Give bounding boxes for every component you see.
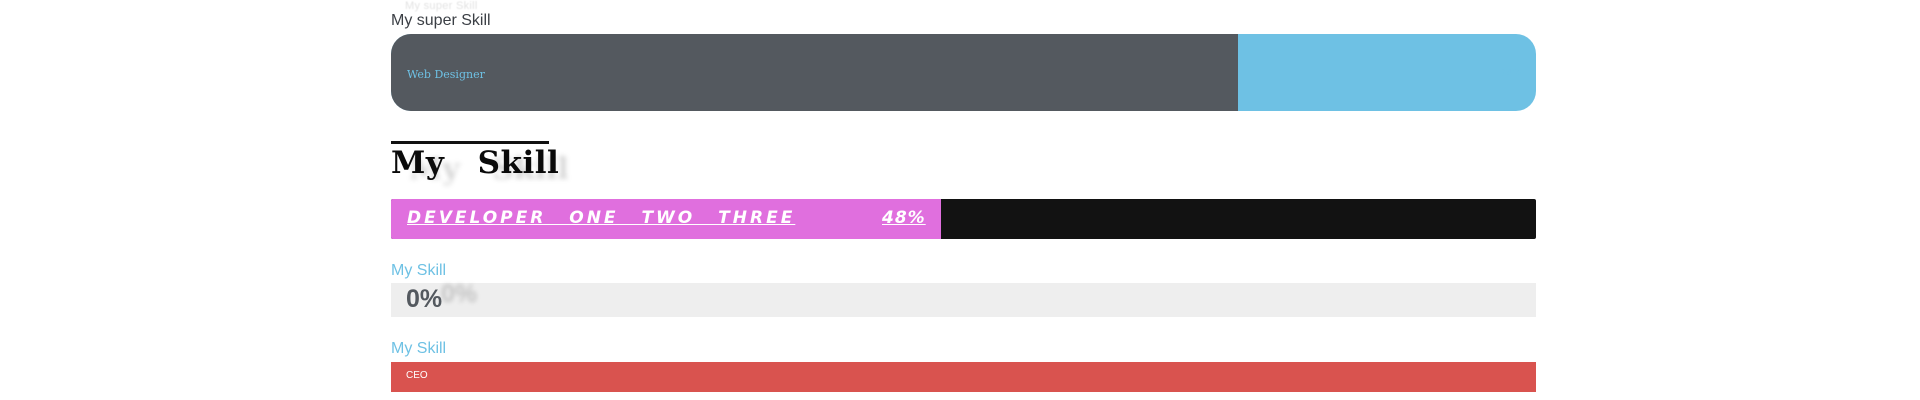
heading-divider <box>391 141 549 144</box>
skill-percent: 74% <box>1499 68 1522 79</box>
skill-label: CEO <box>406 370 428 381</box>
skill-percent: 0% <box>406 285 443 313</box>
skill-title-super: My super Skill <box>391 12 491 29</box>
skill-percent: 48% <box>882 208 926 228</box>
ghost-heading: My super Skill <box>405 0 478 12</box>
skill-title: My Skill <box>391 340 447 357</box>
skills-container: My super Skill My super Skill Web Design… <box>391 0 1536 400</box>
skill-progress-bar-ceo: CEO <box>391 362 1536 392</box>
progress-fill <box>391 362 1536 392</box>
percent-shadow: 0% <box>441 280 478 308</box>
skill-progress-bar-web-designer: Web Designer 74% <box>391 34 1536 111</box>
skill-heading: My Skill <box>391 145 560 181</box>
skill-progress-bar-developer: DEVELOPER ONE TWO THREE 48% <box>391 199 1536 239</box>
skill-label: Web Designer <box>407 68 485 81</box>
skill-title: My Skill <box>391 262 447 279</box>
progress-fill <box>391 34 1239 111</box>
skill-progress-bar-empty <box>391 283 1536 317</box>
skill-label: DEVELOPER ONE TWO THREE <box>407 208 796 228</box>
